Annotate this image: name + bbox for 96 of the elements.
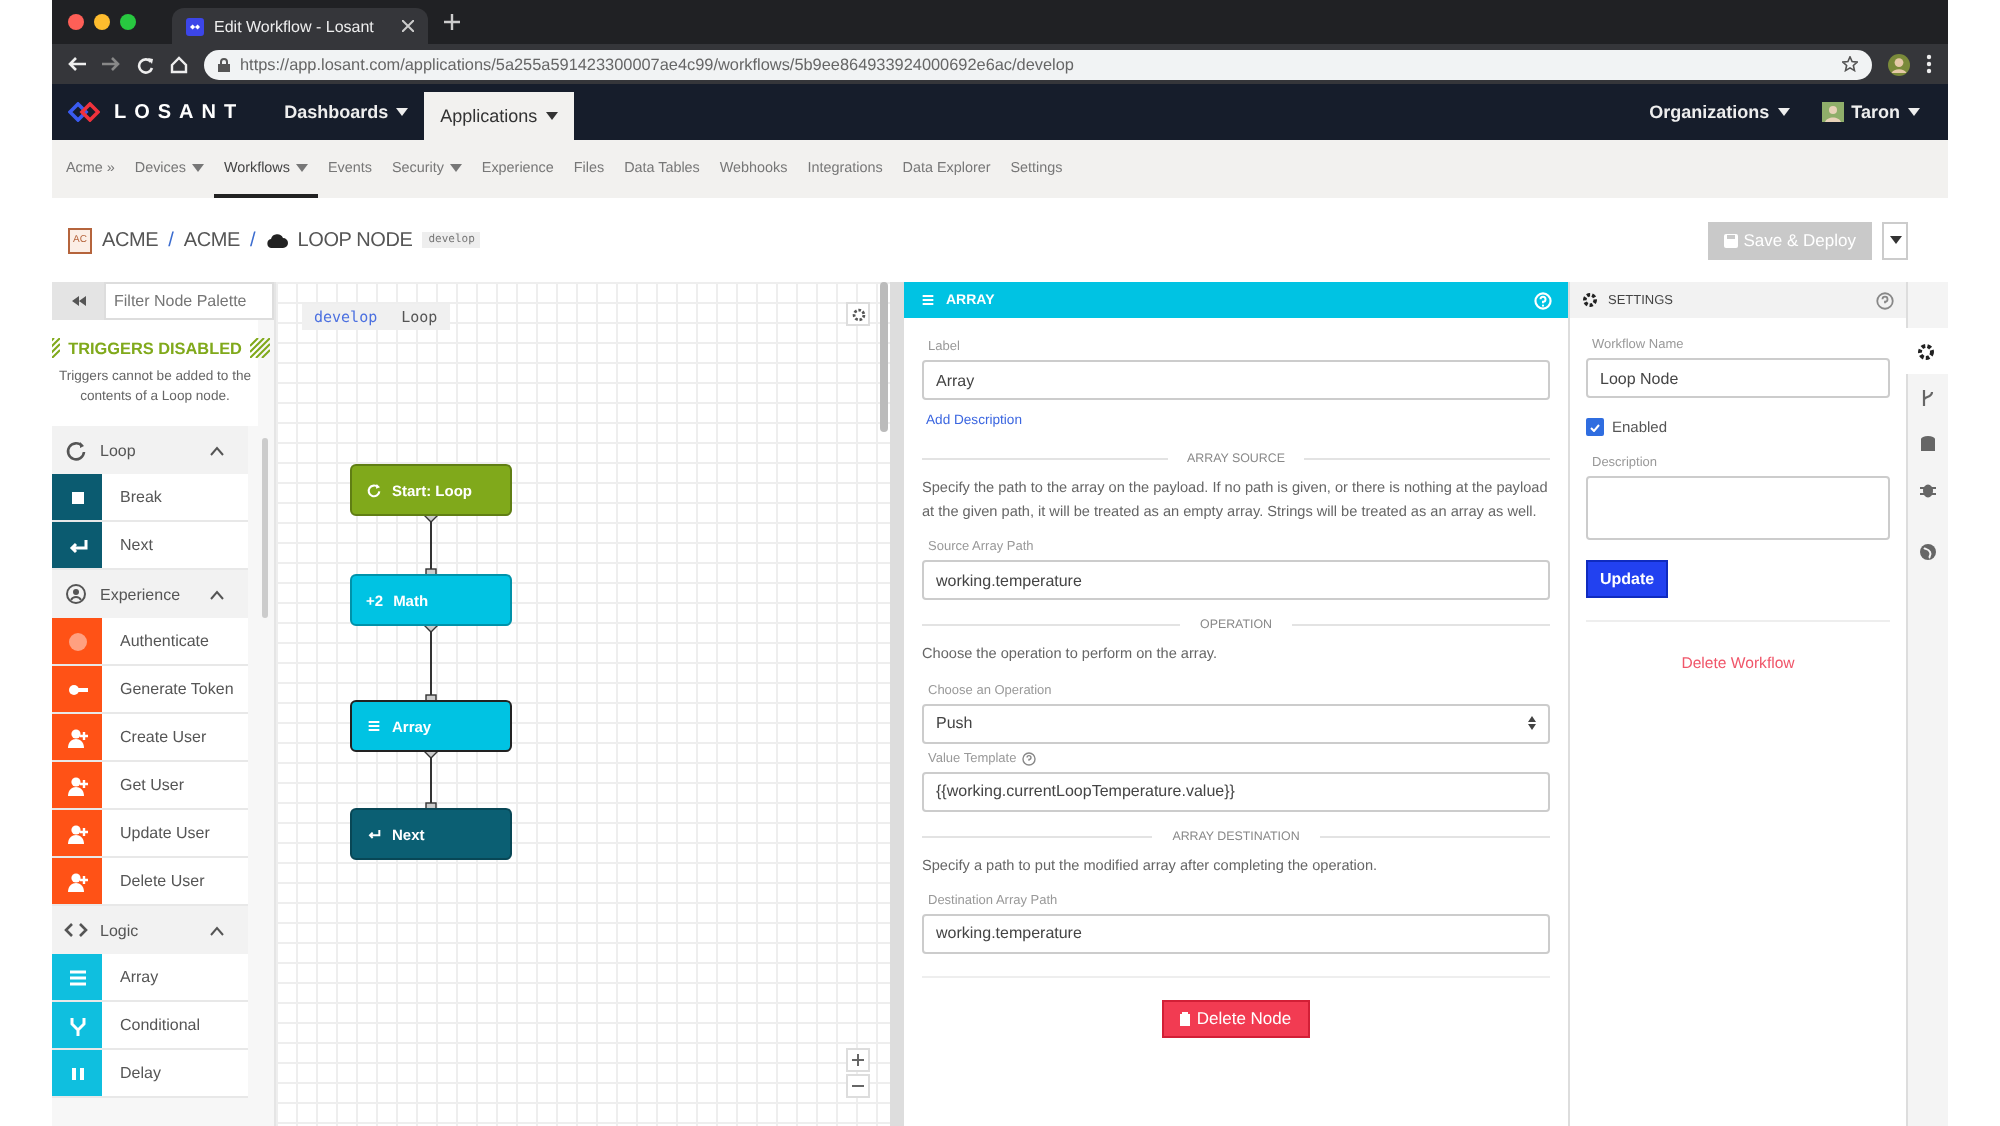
caret-icon <box>1777 108 1790 116</box>
palette-node[interactable]: Conditional <box>52 1002 248 1050</box>
palette-node[interactable]: Authenticate <box>52 618 248 666</box>
palette-node[interactable]: Generate Token <box>52 666 248 714</box>
database-icon <box>1918 433 1938 453</box>
reload-icon[interactable] <box>136 55 154 73</box>
more-icon[interactable] <box>1926 54 1932 74</box>
back-icon[interactable] <box>68 56 86 72</box>
double-arrow-icon <box>71 296 85 306</box>
breadcrumb-link[interactable]: LOOP NODE <box>297 229 413 251</box>
close-icon[interactable] <box>402 20 414 32</box>
filter-field[interactable]: Filter Node Palette <box>104 282 274 320</box>
user-circle-icon <box>64 582 88 606</box>
branch-icon <box>65 1013 89 1037</box>
scrollbar[interactable] <box>880 282 888 432</box>
user-icon <box>65 821 89 845</box>
collapse-palette-button[interactable] <box>52 282 104 320</box>
help-icon[interactable] <box>1022 751 1037 766</box>
delete-node-button[interactable]: Delete Node <box>1162 999 1310 1038</box>
forward-icon[interactable] <box>102 56 120 72</box>
palette-node[interactable]: Next <box>52 522 248 570</box>
input-field[interactable]: Loop Node <box>1586 358 1890 398</box>
user-avatar <box>1821 102 1844 122</box>
user-icon <box>65 869 89 893</box>
input-field[interactable]: Array <box>922 360 1550 400</box>
minus-icon <box>852 1080 864 1092</box>
breadcrumb-link[interactable]: ACME <box>183 229 240 251</box>
breadcrumb-link[interactable]: ACME <box>102 229 159 251</box>
breadcrumb-separator: / <box>168 229 174 251</box>
lock-icon <box>218 57 230 71</box>
zoom-out-button[interactable] <box>846 1074 870 1098</box>
breadcrumb-separator: / <box>249 229 256 251</box>
enabled-checkbox[interactable] <box>1586 418 1604 436</box>
logo-text: LOSANT <box>114 101 245 123</box>
star-icon[interactable] <box>1842 56 1858 72</box>
palette-node[interactable]: Array <box>52 954 248 1002</box>
zoom-in-button[interactable] <box>846 1048 870 1072</box>
favicon-icon <box>186 17 204 35</box>
address-bar[interactable]: https://app.losant.com/applications/5a255a591423300007ae4c99/workflows/5b9ee864933924000692e6ac/develop <box>204 49 1872 79</box>
home-icon[interactable] <box>170 55 188 73</box>
gear-icon <box>1582 292 1598 308</box>
list-icon <box>366 718 382 734</box>
scrollbar[interactable] <box>262 438 268 618</box>
bug-icon <box>1918 479 1938 499</box>
caret-icon <box>191 163 204 171</box>
palette-group-header[interactable]: Experience <box>52 570 248 618</box>
loop-icon <box>366 482 382 498</box>
caret-icon <box>295 163 308 171</box>
caret-icon <box>396 108 409 116</box>
nav-menu[interactable]: Applications <box>424 92 574 140</box>
user-icon <box>65 725 89 749</box>
profile-avatar[interactable] <box>1888 53 1910 75</box>
logo-icon <box>68 102 100 122</box>
caret-icon <box>545 112 558 120</box>
palette-node[interactable]: Create User <box>52 714 248 762</box>
browser-tab[interactable]: Edit Workflow - Losant <box>172 8 428 44</box>
code-icon <box>64 918 88 942</box>
update-button[interactable]: Update <box>1586 560 1669 598</box>
caret-icon <box>1889 236 1901 244</box>
updown-icon <box>1528 716 1536 731</box>
save-options-button[interactable] <box>1882 221 1908 259</box>
list-icon <box>920 292 936 308</box>
organizations-menu[interactable]: Organizations <box>1633 84 1806 140</box>
palette-node[interactable]: Update User <box>52 810 248 858</box>
user-menu[interactable]: Taron <box>1805 84 1936 140</box>
nav-menu[interactable]: Dashboards <box>268 84 425 140</box>
settings-button[interactable] <box>846 302 870 326</box>
gear-icon <box>1915 341 1935 361</box>
user-icon <box>65 773 89 797</box>
palette-node[interactable]: Get User <box>52 762 248 810</box>
floppy-icon <box>1723 233 1738 247</box>
description-field[interactable] <box>1586 476 1890 540</box>
branch-icon <box>1918 387 1938 407</box>
notice-title: TRIGGERS DISABLED <box>68 339 242 357</box>
hatch-icon <box>249 338 270 358</box>
plus-icon <box>852 1054 864 1066</box>
cloud-icon <box>265 233 288 247</box>
palette-node[interactable]: Delete User <box>52 858 248 906</box>
input-field[interactable]: {{working.currentLoopTemperature.value}} <box>922 771 1550 812</box>
return-icon <box>366 826 382 842</box>
palette-node[interactable]: Break <box>52 474 248 522</box>
palette-node[interactable]: Delay <box>52 1050 248 1098</box>
palette-group-header[interactable]: Loop <box>52 426 248 474</box>
loop-icon <box>64 438 88 462</box>
globe-icon <box>1918 541 1938 561</box>
trash-icon <box>1180 1011 1191 1026</box>
operation-dropdown[interactable]: Push <box>922 703 1550 744</box>
gear-icon <box>851 307 865 321</box>
input-field[interactable]: working.temperature <box>922 560 1550 601</box>
caret-icon <box>449 163 462 171</box>
list-icon <box>65 965 89 989</box>
caret-icon <box>1908 108 1920 116</box>
palette-group-header[interactable]: Logic <box>52 906 248 954</box>
new-tab-icon[interactable] <box>444 14 460 30</box>
input-field[interactable]: working.temperature <box>922 913 1550 954</box>
help-icon[interactable] <box>1876 291 1894 309</box>
